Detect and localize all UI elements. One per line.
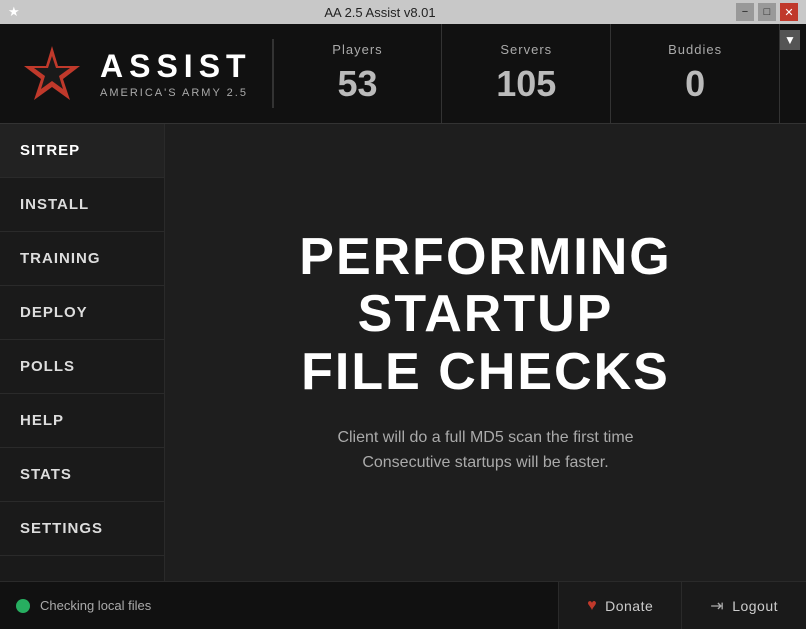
buddies-value: 0 bbox=[685, 63, 705, 105]
footer: Checking local files ♥ Donate ⇥ Logout bbox=[0, 581, 806, 629]
title-bar: ★ AA 2.5 Assist v8.01 − □ ✕ bbox=[0, 0, 806, 24]
sidebar-item-install[interactable]: INSTALL bbox=[0, 178, 164, 232]
startup-heading-line2: FILE CHECKS bbox=[301, 343, 670, 401]
main-layout: SITREP INSTALL TRAINING DEPLOY POLLS HEL… bbox=[0, 124, 806, 581]
buddies-stat: Buddies 0 bbox=[611, 24, 780, 123]
sidebar-item-stats[interactable]: STATS bbox=[0, 448, 164, 502]
logo-text: ASSIST AMERICA'S ARMY 2.5 bbox=[100, 48, 252, 99]
status-text: Checking local files bbox=[40, 598, 151, 613]
logout-label: Logout bbox=[732, 598, 778, 614]
sidebar-item-training[interactable]: TRAINING bbox=[0, 232, 164, 286]
stats-area: Players 53 Servers 105 Buddies 0 bbox=[274, 24, 780, 123]
header: ASSIST AMERICA'S ARMY 2.5 Players 53 Ser… bbox=[0, 24, 806, 124]
maximize-button[interactable]: □ bbox=[758, 3, 776, 21]
startup-heading-line1: PERFORMING STARTUP bbox=[299, 228, 671, 343]
donate-button[interactable]: ♥ Donate bbox=[558, 582, 681, 629]
startup-desc-line2: Consecutive startups will be faster. bbox=[362, 454, 608, 471]
servers-label: Servers bbox=[500, 42, 552, 57]
startup-heading: PERFORMING STARTUP FILE CHECKS bbox=[205, 229, 766, 401]
players-label: Players bbox=[332, 42, 382, 57]
footer-status: Checking local files bbox=[0, 598, 295, 613]
startup-description: Client will do a full MD5 scan the first… bbox=[337, 425, 633, 476]
logout-icon: ⇥ bbox=[710, 596, 724, 616]
main-content: PERFORMING STARTUP FILE CHECKS Client wi… bbox=[165, 124, 806, 581]
window-controls: − □ ✕ bbox=[736, 3, 798, 21]
app-subtitle: AMERICA'S ARMY 2.5 bbox=[100, 87, 252, 99]
logo-area: ASSIST AMERICA'S ARMY 2.5 bbox=[0, 24, 272, 123]
minimize-button[interactable]: − bbox=[736, 3, 754, 21]
sidebar-item-polls[interactable]: POLLS bbox=[0, 340, 164, 394]
app-icon: ★ bbox=[8, 4, 24, 20]
status-indicator bbox=[16, 599, 30, 613]
sidebar-item-deploy[interactable]: DEPLOY bbox=[0, 286, 164, 340]
logout-button[interactable]: ⇥ Logout bbox=[681, 582, 806, 629]
header-dropdown-area: ▼ bbox=[780, 24, 806, 123]
sidebar-item-settings[interactable]: SETTINGS bbox=[0, 502, 164, 556]
dropdown-button[interactable]: ▼ bbox=[780, 30, 800, 50]
players-value: 53 bbox=[337, 63, 377, 105]
servers-stat: Servers 105 bbox=[442, 24, 611, 123]
logo-icon bbox=[20, 42, 84, 106]
sidebar: SITREP INSTALL TRAINING DEPLOY POLLS HEL… bbox=[0, 124, 165, 581]
buddies-label: Buddies bbox=[668, 42, 722, 57]
close-button[interactable]: ✕ bbox=[780, 3, 798, 21]
servers-value: 105 bbox=[496, 63, 556, 105]
heart-icon: ♥ bbox=[587, 597, 597, 615]
sidebar-item-help[interactable]: HELP bbox=[0, 394, 164, 448]
startup-desc-line1: Client will do a full MD5 scan the first… bbox=[337, 429, 633, 446]
window-title: AA 2.5 Assist v8.01 bbox=[24, 5, 736, 20]
sidebar-item-sitrep[interactable]: SITREP bbox=[0, 124, 164, 178]
players-stat: Players 53 bbox=[274, 24, 443, 123]
donate-label: Donate bbox=[605, 598, 653, 614]
footer-actions: ♥ Donate ⇥ Logout bbox=[558, 582, 806, 629]
app-name: ASSIST bbox=[100, 48, 252, 85]
